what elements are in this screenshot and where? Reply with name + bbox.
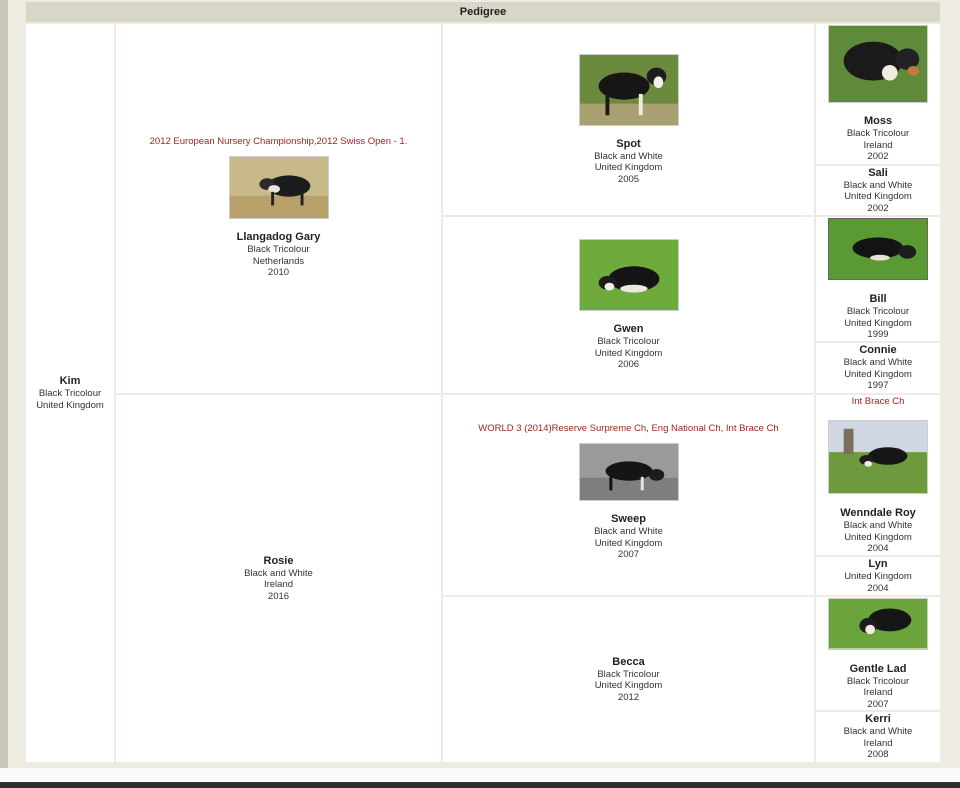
dog-year: 2004 xyxy=(867,543,889,554)
dog-name[interactable]: Kim xyxy=(60,375,81,388)
dog-name[interactable]: Spot xyxy=(616,138,640,151)
dog-name[interactable]: Wenndale Roy xyxy=(840,507,916,520)
dog-country: United Kingdom xyxy=(844,531,912,543)
grandsire-sweep[interactable]: WORLD 3 (2014)Reserve Surpreme Ch, Eng N… xyxy=(443,395,814,595)
granddam-becca[interactable]: Becca Black Tricolour United Kingdom 201… xyxy=(443,597,814,762)
dog-year: 2002 xyxy=(867,202,889,214)
dog-running-photo[interactable] xyxy=(228,156,329,219)
dog-color: Black and White xyxy=(843,357,913,369)
dog-year: 2010 xyxy=(267,267,290,278)
achievement-text: WORLD 3 (2014)Reserve Surpreme Ch, Eng N… xyxy=(478,423,779,434)
dog-year: 2007 xyxy=(867,698,889,710)
dog-country: United Kingdom xyxy=(594,537,663,549)
dog-crouch-grass-photo[interactable] xyxy=(828,598,928,650)
dog-color: Black Tricolour xyxy=(597,336,660,348)
dog-color: Black and White xyxy=(843,520,913,531)
dog-year: 2008 xyxy=(867,749,889,761)
dog-country: United Kingdom xyxy=(844,368,912,380)
dog-year: 2012 xyxy=(617,691,640,703)
ancestor-connie[interactable]: Connie Black and White United Kingdom 19… xyxy=(816,343,940,393)
dog-color: Black Tricolour xyxy=(846,675,910,687)
dog-name[interactable]: Connie xyxy=(859,344,896,357)
dog-color: Black and White xyxy=(594,150,663,162)
dam-rosie[interactable]: Rosie Black and White Ireland 2016 xyxy=(116,395,441,762)
bottom-bar xyxy=(0,768,960,788)
dog-name[interactable]: Sweep xyxy=(611,513,646,526)
dog-country: United Kingdom xyxy=(594,680,663,692)
dog-name[interactable]: Gwen xyxy=(614,323,644,336)
dog-country: Ireland xyxy=(863,687,893,698)
dog-color: Black and White xyxy=(244,567,313,579)
dog-herding-photo[interactable] xyxy=(828,420,928,494)
dog-year: 2004 xyxy=(867,582,889,594)
dog-country: United Kingdom xyxy=(844,317,912,329)
dog-color: Black Tricolour xyxy=(846,306,910,317)
ancestor-bill[interactable]: Bill Black Tricolour United Kingdom 1999 xyxy=(816,217,940,341)
dog-working-photo[interactable] xyxy=(578,443,679,501)
dog-crouching-photo[interactable] xyxy=(578,239,679,312)
dog-year: 2016 xyxy=(267,590,290,602)
dog-year: 1999 xyxy=(867,329,889,340)
dog-year: 2002 xyxy=(867,151,889,162)
dog-name[interactable]: Becca xyxy=(612,656,644,669)
dog-color: Black and White xyxy=(594,526,663,537)
sire-llangadog-gary[interactable]: 2012 European Nursery Championship,2012 … xyxy=(116,24,441,393)
dog-name[interactable]: Bill xyxy=(869,293,886,306)
dog-color: Black Tricolour xyxy=(247,244,310,255)
dog-color: Black Tricolour xyxy=(38,388,102,399)
dog-country: Ireland xyxy=(863,139,893,151)
granddam-gwen[interactable]: Gwen Black Tricolour United Kingdom 2006 xyxy=(443,217,814,393)
dog-country: United Kingdom xyxy=(594,347,663,359)
dog-color: Black and White xyxy=(843,179,913,191)
dog-country: United Kingdom xyxy=(844,191,912,203)
dog-year: 2006 xyxy=(617,359,640,371)
achievement-text: Int Brace Ch xyxy=(851,396,905,407)
ancestor-moss[interactable]: Moss Black Tricolour Ireland 2002 xyxy=(816,24,940,164)
achievement-text: 2012 European Nursery Championship,2012 … xyxy=(149,136,408,147)
dog-running-field-photo[interactable] xyxy=(828,218,928,280)
dog-year: 2007 xyxy=(617,549,640,560)
ancestor-wenndale-roy[interactable]: Int Brace Ch Wenndale Roy Black and Whit… xyxy=(816,395,940,555)
dog-country: United Kingdom xyxy=(594,162,663,174)
dog-country: United Kingdom xyxy=(844,571,912,582)
sire-dam-root-kim[interactable]: Kim Black Tricolour United Kingdom xyxy=(26,24,114,762)
pedigree-header: Pedigree xyxy=(26,2,940,22)
ancestor-lyn[interactable]: Lyn United Kingdom 2004 xyxy=(816,557,940,595)
dog-country: Netherlands xyxy=(252,255,305,267)
dog-year: 2005 xyxy=(617,173,640,185)
grandsire-spot[interactable]: Spot Black and White United Kingdom 2005 xyxy=(443,24,814,215)
dog-portrait-photo[interactable] xyxy=(828,25,928,103)
dog-country: United Kingdom xyxy=(36,399,104,411)
dog-standing-photo[interactable] xyxy=(578,53,679,126)
dog-name[interactable]: Moss xyxy=(864,115,892,128)
ancestor-sali[interactable]: Sali Black and White United Kingdom 2002 xyxy=(816,166,940,215)
dog-color: Black Tricolour xyxy=(846,128,910,139)
dog-color: Black and White xyxy=(843,726,913,738)
left-border xyxy=(0,0,8,768)
dog-name[interactable]: Rosie xyxy=(264,555,294,568)
dog-year: 1997 xyxy=(867,380,889,392)
dog-name[interactable]: Llangadog Gary xyxy=(237,231,321,244)
dog-country: Ireland xyxy=(863,737,893,749)
dog-color: Black Tricolour xyxy=(597,668,660,680)
dog-name[interactable]: Sali xyxy=(868,167,888,180)
dog-name[interactable]: Gentle Lad xyxy=(850,663,907,676)
dog-name[interactable]: Lyn xyxy=(868,558,887,571)
ancestor-kerri[interactable]: Kerri Black and White Ireland 2008 xyxy=(816,712,940,762)
dog-country: Ireland xyxy=(263,579,294,591)
ancestor-gentle-lad[interactable]: Gentle Lad Black Tricolour Ireland 2007 xyxy=(816,597,940,710)
dog-name[interactable]: Kerri xyxy=(865,713,891,726)
